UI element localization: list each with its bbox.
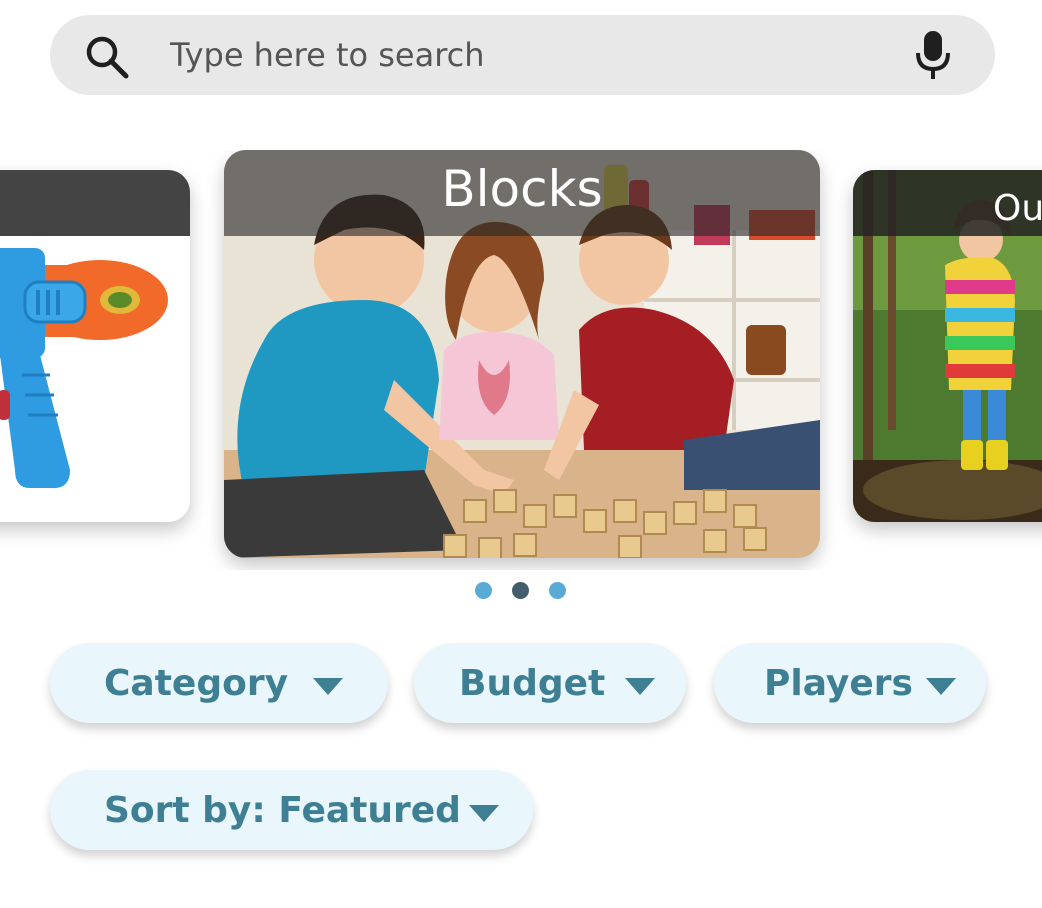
card-title-band bbox=[0, 170, 190, 236]
carousel-pagination bbox=[475, 582, 575, 600]
budget-filter-label: Budget bbox=[459, 663, 606, 704]
category-filter-button[interactable]: Category bbox=[50, 643, 388, 723]
pagination-dot-active[interactable] bbox=[512, 582, 529, 599]
budget-filter-button[interactable]: Budget bbox=[414, 643, 686, 723]
category-filter-label: Category bbox=[104, 663, 289, 704]
players-filter-label: Players bbox=[764, 663, 913, 704]
caret-down-icon bbox=[313, 678, 343, 695]
pagination-dot[interactable] bbox=[549, 582, 566, 599]
caret-down-icon bbox=[469, 805, 499, 822]
sort-by-label: Sort by: Featured bbox=[104, 790, 461, 831]
search-bar[interactable] bbox=[50, 15, 995, 95]
card-title: Blocks bbox=[441, 160, 603, 218]
caret-down-icon bbox=[625, 678, 655, 695]
caret-down-icon bbox=[926, 678, 956, 695]
players-filter-button[interactable]: Players bbox=[714, 643, 986, 723]
pagination-dot[interactable] bbox=[475, 582, 492, 599]
category-carousel[interactable]: Blocks Ou bbox=[0, 150, 1042, 570]
search-icon[interactable] bbox=[82, 32, 132, 82]
carousel-card-blocks[interactable]: Blocks bbox=[224, 150, 820, 558]
sort-by-button[interactable]: Sort by: Featured bbox=[50, 770, 533, 850]
carousel-card-water-gun[interactable] bbox=[0, 170, 190, 522]
search-input[interactable] bbox=[170, 33, 890, 77]
card-title: Ou bbox=[993, 188, 1042, 229]
carousel-card-outdoor[interactable]: Ou bbox=[853, 170, 1042, 522]
page: Blocks bbox=[0, 0, 1042, 908]
microphone-icon[interactable] bbox=[913, 29, 953, 81]
